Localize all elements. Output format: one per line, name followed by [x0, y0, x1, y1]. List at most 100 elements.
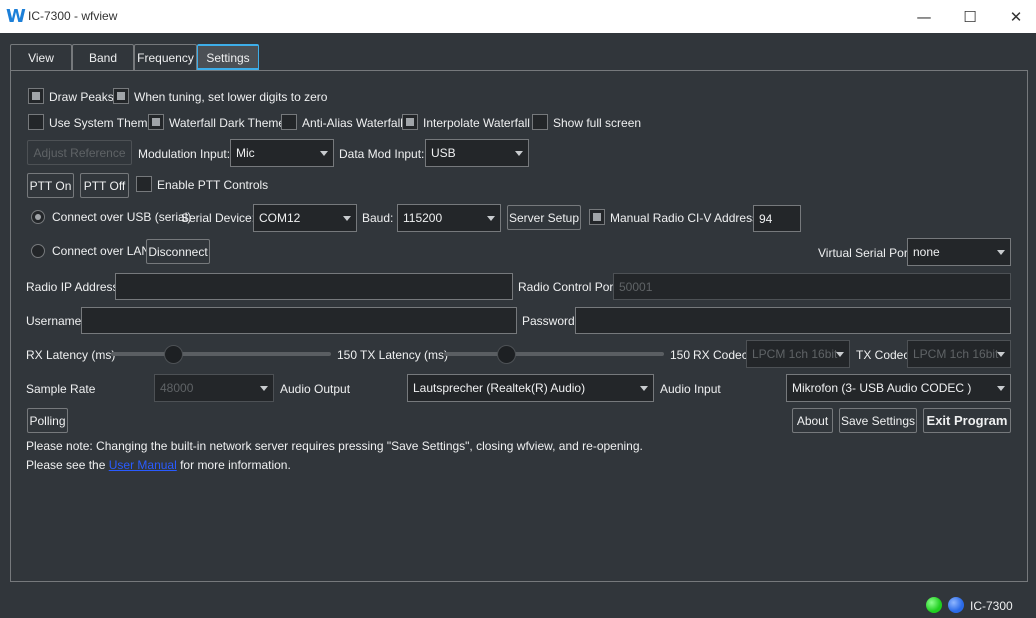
- tx-latency-slider-handle[interactable]: [496, 345, 516, 364]
- exit-program-button[interactable]: Exit Program: [923, 408, 1011, 433]
- interpolate-waterfall-label: Interpolate Waterfall: [423, 116, 530, 130]
- user-manual-note-prefix: Please see the: [26, 458, 109, 472]
- maximize-button[interactable]: ☐: [947, 0, 993, 33]
- data-mod-input-select[interactable]: USB: [425, 139, 529, 167]
- tx-latency-label: TX Latency (ms): [360, 348, 449, 362]
- minimize-button[interactable]: —: [901, 0, 947, 33]
- manual-civ-label: Manual Radio CI-V Address:: [610, 211, 762, 225]
- user-manual-note-suffix: for more information.: [176, 458, 291, 472]
- status-led-icon: [948, 597, 964, 613]
- modulation-input-value: Mic: [236, 146, 255, 160]
- rx-codec-value: LPCM 1ch 16bit: [752, 347, 838, 361]
- connect-lan-radio[interactable]: [31, 244, 45, 258]
- audio-output-label: Audio Output: [280, 382, 351, 396]
- draw-peaks-label: Draw Peaks: [49, 90, 114, 104]
- show-full-screen-checkbox[interactable]: [532, 114, 548, 130]
- show-full-screen-label: Show full screen: [553, 116, 642, 130]
- data-mod-input-value: USB: [431, 146, 456, 160]
- sample-rate-value: 48000: [160, 381, 194, 395]
- baud-label: Baud:: [362, 211, 394, 225]
- modulation-input-select[interactable]: Mic: [230, 139, 334, 167]
- interpolate-waterfall-checkbox[interactable]: [402, 114, 418, 130]
- rx-codec-select[interactable]: LPCM 1ch 16bit: [746, 340, 850, 368]
- radio-control-port-label: Radio Control Port: [518, 280, 617, 294]
- disconnect-button[interactable]: Disconnect: [146, 239, 210, 264]
- modulation-input-label: Modulation Input:: [138, 147, 231, 161]
- window-title: IC-7300 - wfview: [28, 9, 118, 23]
- virtual-serial-port-select[interactable]: none: [907, 238, 1011, 266]
- chevron-down-icon: [997, 250, 1005, 255]
- chevron-down-icon: [997, 386, 1005, 391]
- civ-address-input[interactable]: 94: [753, 205, 801, 232]
- radio-ip-label: Radio IP Address: [26, 280, 119, 294]
- rx-latency-label: RX Latency (ms): [26, 348, 116, 362]
- radio-control-port-input[interactable]: 50001: [613, 273, 1011, 300]
- tab-view[interactable]: View: [10, 44, 72, 70]
- lower-digits-zero-checkbox[interactable]: [113, 88, 129, 104]
- audio-output-value: Lautsprecher (Realtek(R) Audio): [413, 381, 586, 395]
- waterfall-dark-theme-checkbox[interactable]: [148, 114, 164, 130]
- connect-usb-label: Connect over USB (serial): [52, 210, 192, 224]
- ptt-off-button[interactable]: PTT Off: [80, 173, 129, 198]
- use-system-theme-label: Use System Theme: [49, 116, 155, 130]
- radio-ip-input[interactable]: [115, 273, 513, 300]
- sample-rate-select[interactable]: 48000: [154, 374, 274, 402]
- user-manual-link[interactable]: User Manual: [109, 458, 177, 472]
- audio-input-value: Mikrofon (3- USB Audio CODEC ): [792, 381, 972, 395]
- password-label: Password: [522, 314, 575, 328]
- waterfall-dark-theme-label: Waterfall Dark Theme: [169, 116, 286, 130]
- connect-lan-label: Connect over LAN: [52, 244, 151, 258]
- baud-select[interactable]: 115200: [397, 204, 501, 232]
- chevron-down-icon: [487, 216, 495, 221]
- draw-peaks-checkbox[interactable]: [28, 88, 44, 104]
- chevron-down-icon: [260, 386, 268, 391]
- lower-digits-zero-label: When tuning, set lower digits to zero: [134, 90, 328, 104]
- network-server-note: Please note: Changing the built-in netwo…: [26, 439, 643, 453]
- title-bar: W IC-7300 - wfview — ☐ ✕: [0, 0, 1036, 33]
- virtual-serial-port-label: Virtual Serial Port: [818, 246, 912, 260]
- chevron-down-icon: [343, 216, 351, 221]
- ptt-on-button[interactable]: PTT On: [27, 173, 74, 198]
- serial-device-label: Serial Device:: [181, 211, 256, 225]
- status-led-icon: [926, 597, 942, 613]
- audio-output-select[interactable]: Lautsprecher (Realtek(R) Audio): [407, 374, 654, 402]
- manual-civ-checkbox[interactable]: [589, 209, 605, 225]
- data-mod-input-label: Data Mod Input:: [339, 147, 425, 161]
- virtual-serial-port-value: none: [913, 245, 940, 259]
- server-setup-button[interactable]: Server Setup: [507, 205, 581, 230]
- chevron-down-icon: [320, 151, 328, 156]
- rx-latency-slider-handle[interactable]: [163, 345, 183, 364]
- radio-name-status: IC-7300: [970, 599, 1013, 613]
- close-button[interactable]: ✕: [993, 0, 1036, 33]
- baud-value: 115200: [403, 211, 443, 225]
- tab-settings[interactable]: Settings: [197, 44, 259, 70]
- username-input[interactable]: [81, 307, 517, 334]
- tx-codec-label: TX Codec: [856, 348, 910, 362]
- chevron-down-icon: [640, 386, 648, 391]
- save-settings-button[interactable]: Save Settings: [839, 408, 917, 433]
- connect-usb-radio[interactable]: [31, 210, 45, 224]
- audio-input-select[interactable]: Mikrofon (3- USB Audio CODEC ): [786, 374, 1011, 402]
- tx-latency-slider[interactable]: [444, 352, 664, 356]
- anti-alias-waterfall-checkbox[interactable]: [281, 114, 297, 130]
- about-button[interactable]: About: [792, 408, 833, 433]
- serial-device-value: COM12: [259, 211, 301, 225]
- tx-codec-value: LPCM 1ch 16bit: [913, 347, 999, 361]
- anti-alias-waterfall-label: Anti-Alias Waterfall: [302, 116, 403, 130]
- polling-button[interactable]: Polling: [27, 408, 68, 433]
- tx-latency-value: 150: [670, 348, 691, 362]
- password-input[interactable]: [575, 307, 1011, 334]
- rx-latency-value: 150: [337, 348, 358, 362]
- tx-codec-select[interactable]: LPCM 1ch 16bit: [907, 340, 1011, 368]
- tab-frequency[interactable]: Frequency: [134, 44, 197, 70]
- wfview-logo-icon: W: [6, 6, 26, 27]
- tab-band[interactable]: Band: [72, 44, 134, 70]
- chevron-down-icon: [836, 352, 844, 357]
- enable-ptt-controls-checkbox[interactable]: [136, 176, 152, 192]
- use-system-theme-checkbox[interactable]: [28, 114, 44, 130]
- serial-device-select[interactable]: COM12: [253, 204, 357, 232]
- rx-latency-slider[interactable]: [111, 352, 331, 356]
- username-label: Username: [26, 314, 82, 328]
- adjust-reference-button[interactable]: Adjust Reference: [27, 140, 132, 165]
- audio-input-label: Audio Input: [660, 382, 721, 396]
